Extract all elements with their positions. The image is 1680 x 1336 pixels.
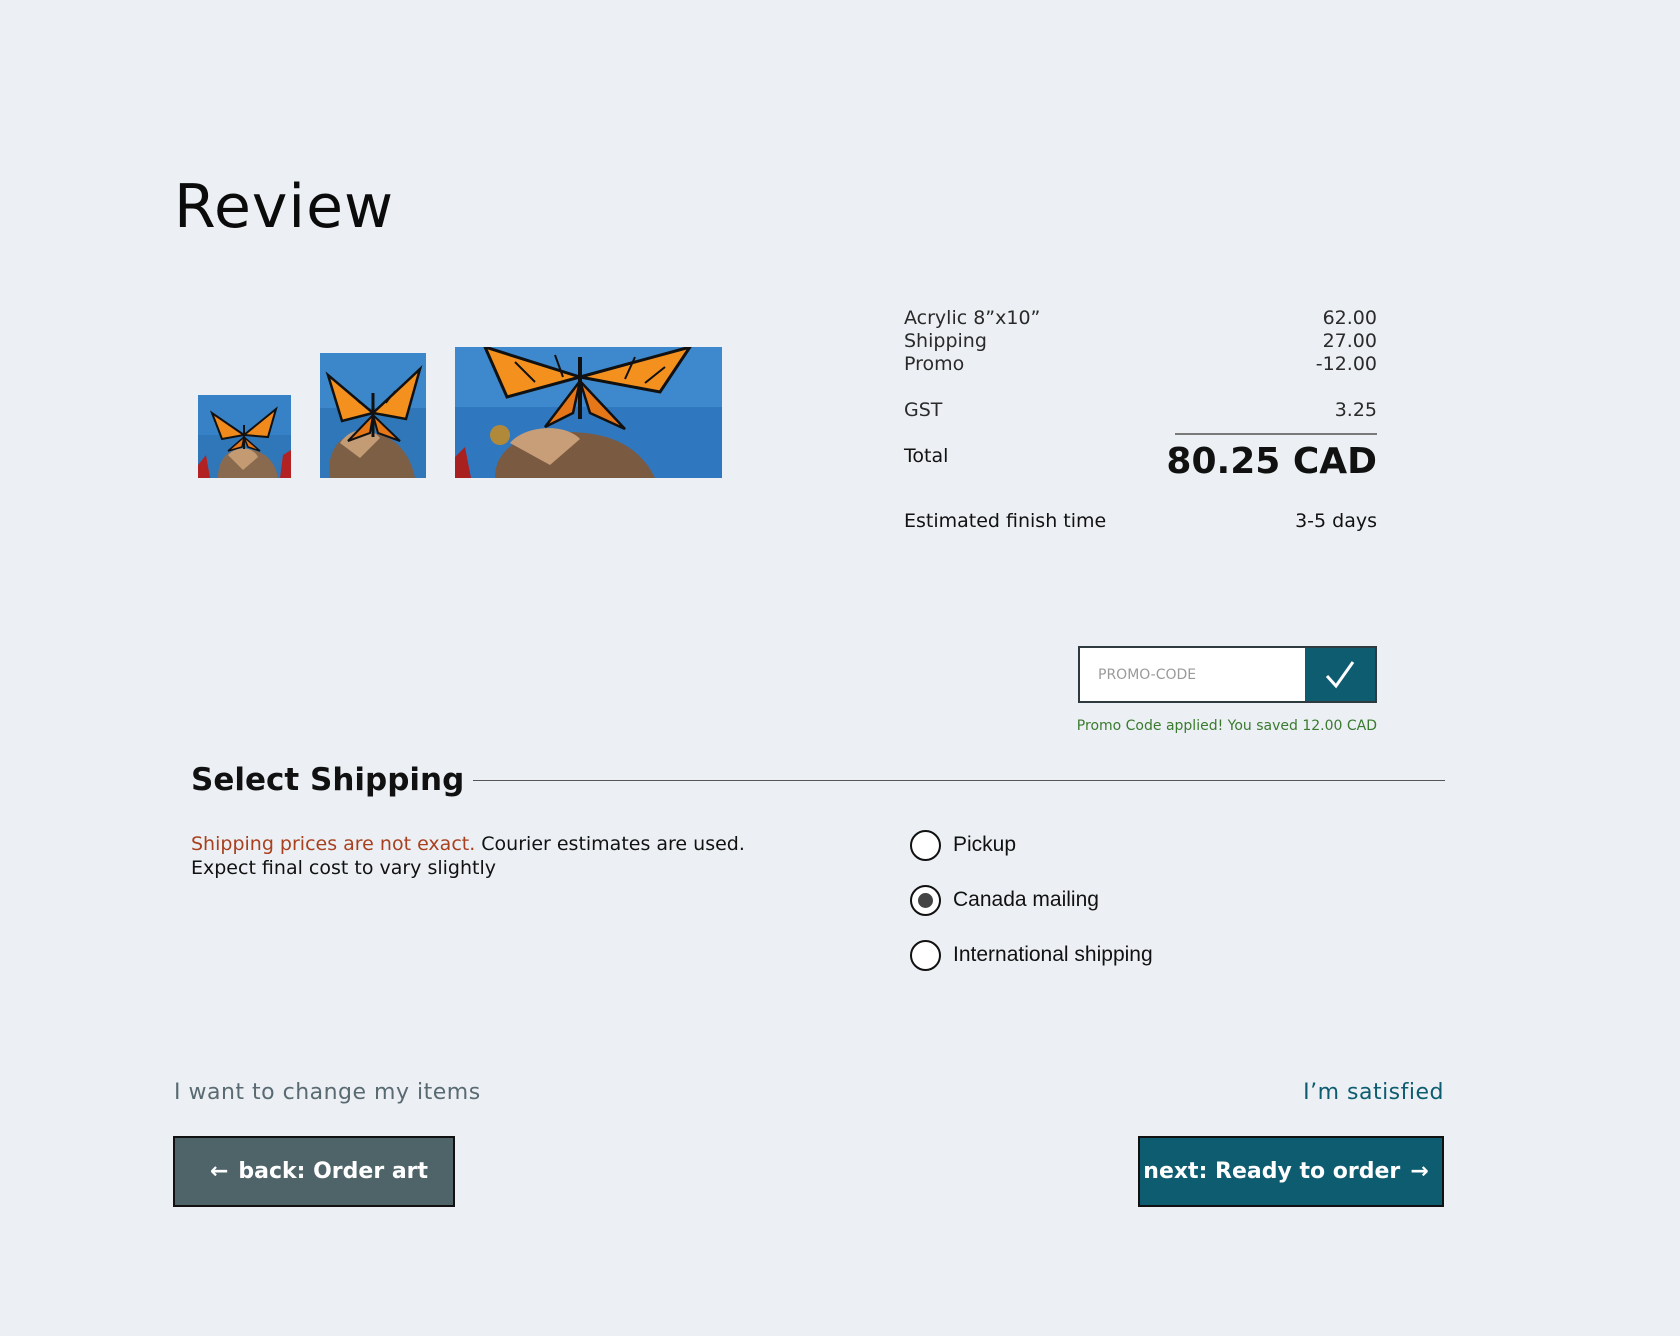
artwork-thumbnail-medium — [320, 353, 426, 478]
summary-value: 27.00 — [1322, 330, 1377, 352]
shipping-section-title: Select Shipping — [191, 762, 465, 798]
summary-label: Promo — [904, 353, 965, 375]
arrow-left-icon: ← — [209, 1159, 229, 1184]
next-button[interactable]: next: Ready to order → — [1138, 1136, 1444, 1207]
finish-time-label: Estimated finish time — [904, 510, 1107, 532]
promo-code-form — [1078, 646, 1377, 703]
page-title: Review — [174, 172, 395, 242]
shipping-option-pickup[interactable]: Pickup — [910, 829, 1153, 861]
summary-value: 62.00 — [1322, 307, 1377, 329]
summary-row-shipping: Shipping 27.00 — [904, 330, 1377, 353]
shipping-note-line2: Expect final cost to vary slightly — [191, 857, 496, 879]
radio-selected-dot — [918, 892, 933, 908]
radio-button[interactable] — [910, 829, 941, 861]
summary-label: Shipping — [904, 330, 987, 352]
summary-row-promo: Promo -12.00 — [904, 353, 1377, 376]
check-icon — [1325, 660, 1355, 688]
shipping-note: Shipping prices are not exact. Courier e… — [191, 832, 791, 880]
radio-button[interactable] — [910, 939, 941, 971]
artwork-thumbnail-large — [455, 347, 722, 478]
shipping-note-text: Courier estimates are used. — [475, 833, 745, 855]
review-page: Review Acrylic 8”x10” 62.00 Shipping 27.… — [0, 0, 1680, 1336]
summary-row-item: Acrylic 8”x10” 62.00 — [904, 307, 1377, 330]
option-label: Canada mailing — [953, 888, 1099, 911]
promo-success-message: Promo Code applied! You saved 12.00 CAD — [1076, 718, 1377, 734]
artwork-thumbnail-small — [198, 395, 291, 478]
summary-row-finish-time: Estimated finish time 3-5 days — [904, 510, 1377, 532]
total-label: Total — [904, 445, 949, 467]
option-label: Pickup — [953, 833, 1017, 856]
promo-code-input[interactable] — [1080, 648, 1305, 701]
total-value: 80.25 CAD — [1166, 441, 1377, 482]
finish-time-value: 3-5 days — [1295, 510, 1377, 532]
arrow-right-icon: → — [1410, 1159, 1429, 1184]
radio-button[interactable] — [910, 884, 941, 916]
summary-label: GST — [904, 399, 943, 421]
summary-label: Acrylic 8”x10” — [904, 307, 1041, 329]
apply-promo-button[interactable] — [1305, 648, 1375, 701]
order-summary: Acrylic 8”x10” 62.00 Shipping 27.00 Prom… — [904, 307, 1377, 532]
back-button[interactable]: ← back: Order art — [173, 1136, 455, 1207]
shipping-option-canada-mailing[interactable]: Canada mailing — [910, 884, 1153, 916]
summary-row-total: Total 80.25 CAD — [904, 441, 1377, 482]
summary-row-gst: GST 3.25 — [904, 399, 1377, 422]
option-label: International shipping — [953, 943, 1153, 966]
summary-value: 3.25 — [1334, 399, 1377, 421]
shipping-options: Pickup Canada mailing International ship… — [910, 829, 1153, 995]
change-items-link[interactable]: I want to change my items — [174, 1080, 481, 1105]
shipping-warning: Shipping prices are not exact. — [191, 833, 476, 855]
summary-value: -12.00 — [1315, 353, 1377, 375]
shipping-option-international[interactable]: International shipping — [910, 939, 1153, 971]
section-divider — [473, 780, 1445, 781]
next-button-label: next: Ready to order — [1143, 1159, 1401, 1184]
satisfied-link[interactable]: I’m satisfied — [1303, 1080, 1444, 1105]
back-button-label: back: Order art — [238, 1159, 429, 1184]
total-divider — [1175, 433, 1377, 435]
